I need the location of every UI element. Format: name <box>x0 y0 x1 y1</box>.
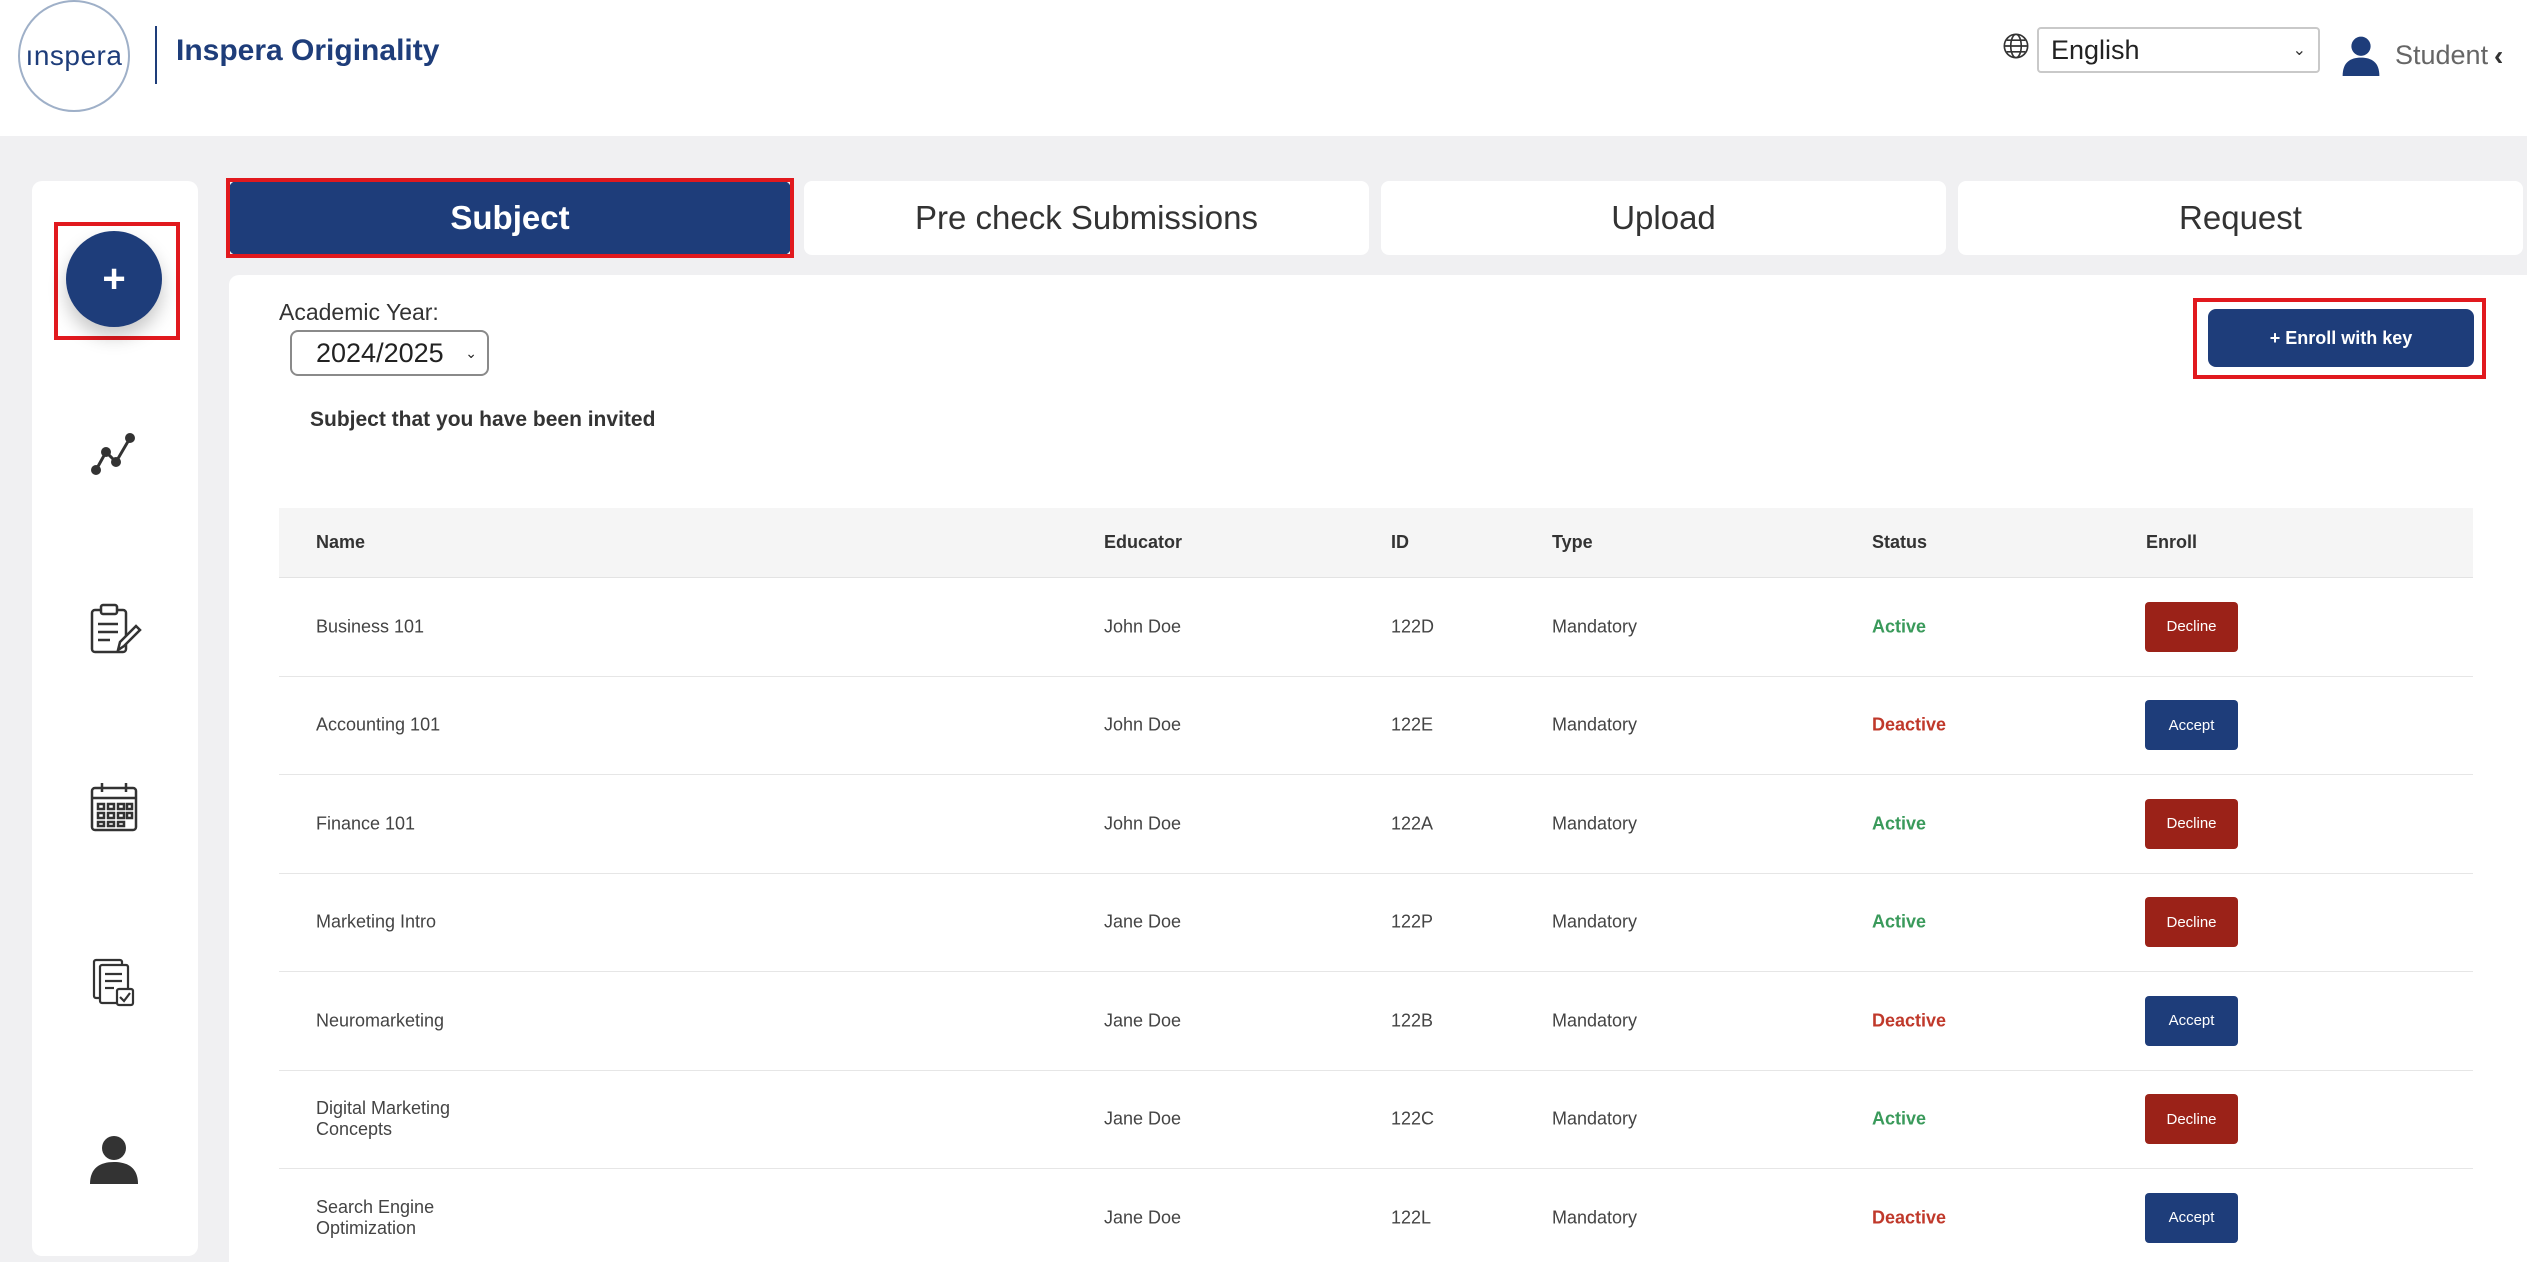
chevron-left-icon[interactable]: ‹ <box>2494 40 2503 72</box>
educator-name: Jane Doe <box>1104 911 1182 932</box>
table-row: Finance 101 John Doe 122A Mandatory Active De… <box>279 775 2473 874</box>
tab-upload[interactable]: Upload <box>1381 181 1946 255</box>
status-badge: Active <box>1872 813 1927 834</box>
header-id: ID <box>1391 532 1409 552</box>
user-icon[interactable] <box>2340 34 2382 76</box>
header-educator: Educator <box>1104 532 1183 552</box>
decline-button[interactable]: Decline <box>2145 798 2238 849</box>
educator-name: Jane Doe <box>1104 1207 1182 1228</box>
subject-name: Finance 101 <box>316 813 416 834</box>
subject-id: 122B <box>1391 1010 1434 1031</box>
subject-type: Mandatory <box>1552 1010 1638 1031</box>
language-select[interactable]: English ⌄ <box>2037 27 2320 73</box>
tab-pre-check-submissions[interactable]: Pre check Submissions <box>804 181 1369 255</box>
educator-name: Jane Doe <box>1104 1010 1182 1031</box>
logo-divider <box>155 26 157 84</box>
highlight-box-subject-tab <box>226 178 794 258</box>
subject-type: Mandatory <box>1552 714 1638 735</box>
accept-button[interactable]: Accept <box>2145 1192 2238 1243</box>
status-badge: Deactive <box>1872 1010 1947 1031</box>
status-badge: Active <box>1872 911 1927 932</box>
subject-id: 122D <box>1391 616 1435 637</box>
section-title: Subject that you have been invited <box>310 408 656 431</box>
accept-button[interactable]: Accept <box>2145 995 2238 1046</box>
table-header: Name Educator ID Type Status Enroll <box>279 508 2473 578</box>
chevron-down-icon: ⌄ <box>465 344 477 361</box>
tab-request[interactable]: Request <box>1958 181 2523 255</box>
table-row: Business 101 John Doe 122D Mandatory Active D… <box>279 578 2473 677</box>
educator-name: John Doe <box>1104 616 1182 637</box>
sidebar <box>32 181 198 1256</box>
table-row: Marketing Intro Jane Doe 122P Mandatory Acti… <box>279 873 2473 972</box>
decline-button[interactable]: Decline <box>2145 897 2238 948</box>
decline-button[interactable]: Decline <box>2145 1094 2238 1145</box>
subject-type: Mandatory <box>1552 813 1638 834</box>
subject-id: 122C <box>1391 1108 1435 1129</box>
status-badge: Deactive <box>1872 1207 1947 1228</box>
subject-name: Digital Marketing Concepts <box>316 1098 451 1140</box>
academic-year-label: Academic Year: <box>279 299 439 325</box>
calendar-icon[interactable] <box>84 778 144 838</box>
header-type: Type <box>1552 532 1593 552</box>
table-row: Digital Marketing Concepts Jane Doe 122C Ma… <box>279 1070 2473 1169</box>
educator-name: John Doe <box>1104 813 1182 834</box>
document-check-icon[interactable] <box>84 952 144 1012</box>
educator-name: John Doe <box>1104 714 1182 735</box>
subject-id: 122A <box>1391 813 1434 834</box>
header-enroll: Enroll <box>2146 532 2198 552</box>
subject-id: 122L <box>1391 1207 1432 1228</box>
status-badge: Active <box>1872 616 1927 637</box>
assignment-edit-icon[interactable] <box>84 600 144 660</box>
language-value: English <box>2051 34 2140 65</box>
plus-icon: + <box>102 256 126 301</box>
subject-type: Mandatory <box>1552 1207 1638 1228</box>
subject-name: Neuromarketing <box>316 1010 445 1031</box>
decline-button[interactable]: Decline <box>2145 601 2238 652</box>
subject-type: Mandatory <box>1552 1108 1638 1129</box>
profile-icon[interactable] <box>84 1128 144 1188</box>
status-badge: Active <box>1872 1108 1927 1129</box>
user-role-label[interactable]: Student <box>2395 40 2488 71</box>
top-header: ınspera Inspera Originality English ⌄ St… <box>0 0 2527 136</box>
header-status: Status <box>1872 532 1928 552</box>
academic-year-select[interactable]: 2024/2025 ⌄ <box>290 330 489 376</box>
inspera-logo[interactable]: ınspera <box>18 0 130 112</box>
subject-id: 122P <box>1391 911 1434 932</box>
header-name: Name <box>316 532 366 552</box>
accept-button[interactable]: Accept <box>2145 700 2238 751</box>
subject-name: Accounting 101 <box>316 714 441 735</box>
status-badge: Deactive <box>1872 714 1947 735</box>
highlight-box-enroll <box>2193 298 2486 379</box>
subject-name: Marketing Intro <box>316 911 437 932</box>
table-body: Business 101 John Doe 122D Mandatory Active D… <box>279 578 2473 1262</box>
globe-icon <box>2003 33 2029 59</box>
academic-year-value: 2024/2025 <box>316 337 444 368</box>
educator-name: Jane Doe <box>1104 1108 1182 1129</box>
table-row: Accounting 101 John Doe 122E Mandatory Deact… <box>279 676 2473 775</box>
chevron-down-icon: ⌄ <box>2292 42 2306 59</box>
add-button[interactable]: + <box>66 231 162 327</box>
subjects-table: Name Educator ID Type Status Enroll Busi… <box>279 508 2473 1262</box>
analytics-icon[interactable] <box>84 424 144 484</box>
subject-type: Mandatory <box>1552 616 1638 637</box>
table-row: Search Engine Optimization Jane Doe 122L Ma… <box>279 1169 2473 1262</box>
table-row: Neuromarketing Jane Doe 122B Mandatory Deact… <box>279 972 2473 1071</box>
subject-id: 122E <box>1391 714 1434 735</box>
subject-name: Business 101 <box>316 616 425 637</box>
subject-type: Mandatory <box>1552 911 1638 932</box>
app-title: Inspera Originality <box>176 34 440 67</box>
subject-name: Search Engine Optimization <box>316 1196 435 1238</box>
logo-text: ınspera <box>25 40 123 71</box>
